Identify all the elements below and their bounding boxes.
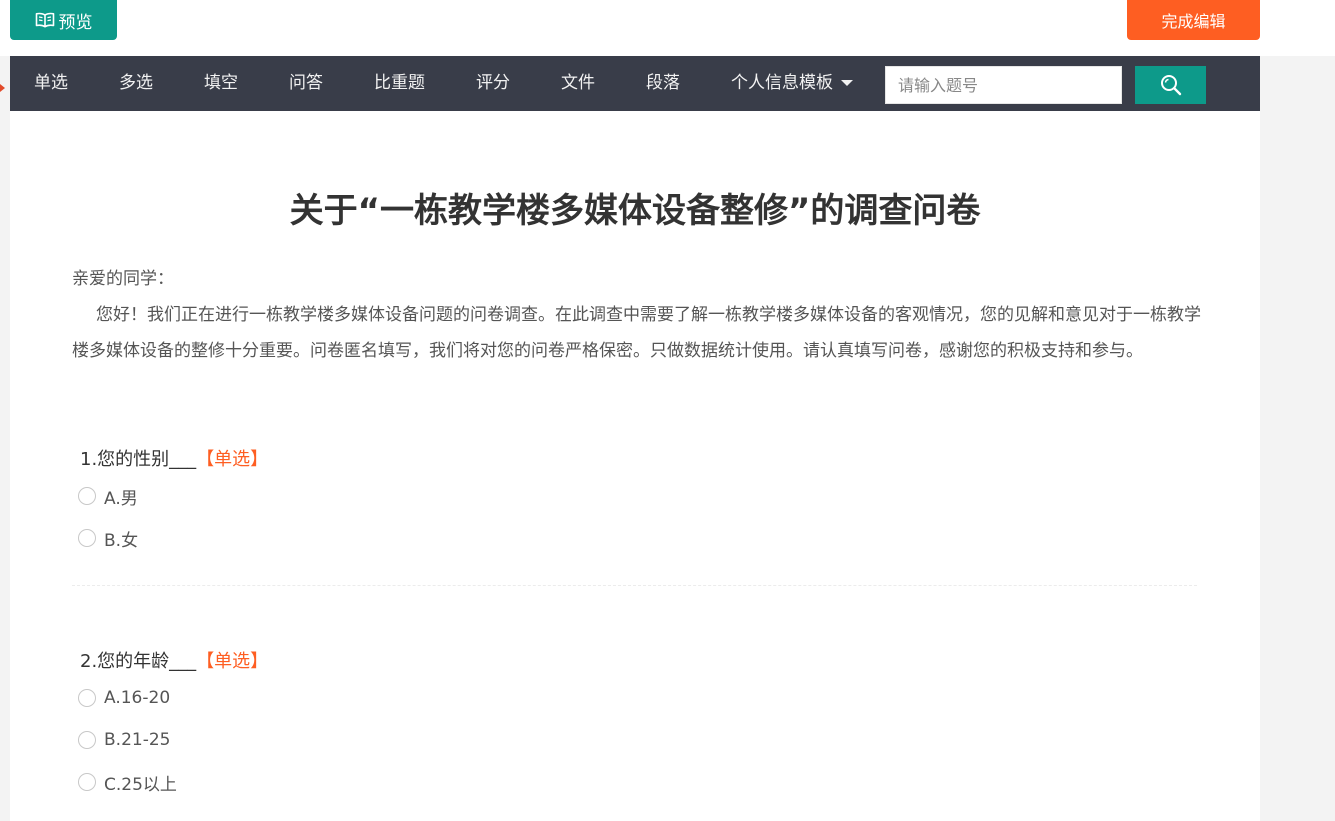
- radio-option[interactable]: A.男: [78, 475, 1180, 517]
- nav-personal-info-template[interactable]: 个人信息模板: [731, 56, 853, 111]
- preview-label: 预览: [58, 12, 93, 33]
- radio-button[interactable]: [78, 487, 96, 505]
- nav-file[interactable]: 文件: [561, 56, 595, 111]
- nav-paragraph[interactable]: 段落: [646, 56, 680, 111]
- option-label: A.男: [104, 488, 138, 509]
- survey-editor-area: 关于“一栋教学楼多媒体设备整修”的调查问卷 亲爱的同学： 您好！我们正在进行一栋…: [10, 111, 1260, 821]
- radio-option[interactable]: B.21-25: [78, 719, 1180, 761]
- question-text: 1.您的性别___: [80, 449, 197, 470]
- search-button[interactable]: [1135, 66, 1206, 104]
- survey-intro[interactable]: 亲爱的同学： 您好！我们正在进行一栋教学楼多媒体设备问题的问卷调查。在此调查中需…: [72, 261, 1202, 369]
- finish-editing-button[interactable]: 完成编辑: [1127, 0, 1260, 40]
- radio-option[interactable]: C.25以上: [78, 761, 1180, 803]
- question-type-badge: 【单选】: [196, 449, 269, 470]
- question-title: 2.您的年龄___【单选】: [80, 647, 1180, 677]
- preview-button[interactable]: 预览: [10, 0, 117, 40]
- radio-option[interactable]: A.16-20: [78, 677, 1180, 719]
- nav-question-answer[interactable]: 问答: [289, 56, 323, 111]
- question-title: 1.您的性别___【单选】: [80, 445, 1180, 475]
- radio-button[interactable]: [78, 689, 96, 707]
- radio-option[interactable]: B.女: [78, 517, 1180, 559]
- question-text: 2.您的年龄___: [80, 651, 197, 672]
- nav-multiple-choice[interactable]: 多选: [119, 56, 153, 111]
- option-label: B.21-25: [104, 730, 171, 750]
- magnifier-icon: [1160, 75, 1181, 96]
- nav-single-choice[interactable]: 单选: [34, 56, 68, 111]
- survey-title[interactable]: 关于“一栋教学楼多媒体设备整修”的调查问卷: [10, 183, 1260, 232]
- option-label: C.25以上: [104, 774, 177, 795]
- side-marker-arrow: [0, 84, 5, 92]
- nav-weight-question[interactable]: 比重题: [374, 56, 425, 111]
- radio-button[interactable]: [78, 773, 96, 791]
- option-label: A.16-20: [104, 688, 171, 708]
- question-type-navbar: 单选 多选 填空 问答 比重题 评分 文件 段落 个人信息模板: [10, 56, 1260, 111]
- intro-greeting: 亲爱的同学：: [72, 269, 174, 289]
- personal-info-template-label: 个人信息模板: [731, 73, 833, 93]
- option-label: B.女: [104, 530, 139, 551]
- question-divider: [72, 585, 1197, 586]
- radio-button[interactable]: [78, 731, 96, 749]
- intro-body: 您好！我们正在进行一栋教学楼多媒体设备问题的问卷调查。在此调查中需要了解一栋教学…: [72, 305, 1201, 361]
- question-2[interactable]: 2.您的年龄___【单选】 A.16-20 B.21-25 C.25以上: [78, 647, 1180, 803]
- question-type-badge: 【单选】: [196, 651, 269, 672]
- top-toolbar: 预览 完成编辑: [0, 0, 1335, 56]
- question-1[interactable]: 1.您的性别___【单选】 A.男 B.女: [78, 445, 1180, 559]
- nav-rating[interactable]: 评分: [476, 56, 510, 111]
- open-book-icon: [35, 12, 54, 28]
- nav-fill-blank[interactable]: 填空: [204, 56, 238, 111]
- question-number-search-input[interactable]: [885, 66, 1122, 104]
- radio-button[interactable]: [78, 529, 96, 547]
- caret-down-icon: [841, 80, 853, 86]
